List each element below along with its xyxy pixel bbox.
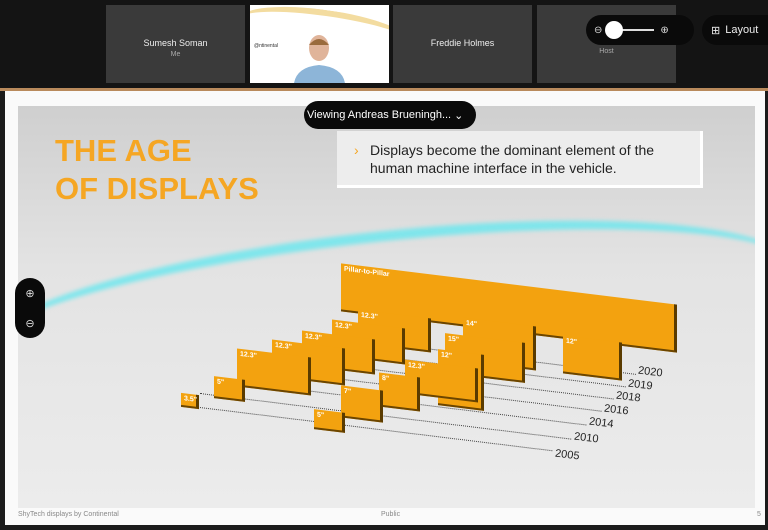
- zoom-control: ⊖ ⊕: [586, 15, 694, 45]
- year-label: 2005: [554, 447, 581, 463]
- zoom-slider-knob[interactable]: [605, 21, 623, 39]
- zoom-slider[interactable]: [605, 21, 655, 39]
- viewing-dropdown[interactable]: Viewing Andreas Brueningh... ⌄: [304, 101, 476, 129]
- title-line: OF DISPLAYS: [55, 171, 259, 206]
- participant-strip: Sumesh Soman Me @ntinental Freddie Holme…: [0, 0, 768, 88]
- layout-label: Layout: [725, 24, 759, 36]
- zoom-out-icon[interactable]: ⊖: [594, 25, 602, 36]
- participant-tile[interactable]: Sumesh Soman Me: [106, 5, 245, 83]
- year-label: 2020: [637, 364, 664, 380]
- display-box-instrument-cluster: 3.5": [181, 392, 199, 410]
- chevron-down-icon: ⌄: [454, 109, 464, 122]
- slide: THE AGE OF DISPLAYS › Displays become th…: [18, 106, 755, 508]
- slide-footer-left: ShyTech displays by Continental: [18, 511, 119, 518]
- year-label: 2018: [615, 389, 642, 405]
- year-label: 2010: [573, 430, 600, 446]
- display-box-center-display: 8": [379, 372, 420, 412]
- title-line: THE AGE: [55, 133, 192, 168]
- person-avatar: [294, 35, 345, 83]
- year-label: 2014: [588, 415, 615, 431]
- page-zoom-control: ⊕ ⊖: [15, 278, 45, 338]
- slide-footer-center: Public: [381, 511, 401, 518]
- callout-box: › Displays become the dominant element o…: [337, 131, 703, 188]
- participant-role: Me: [170, 51, 181, 58]
- layout-button[interactable]: ⊞ Layout: [702, 15, 768, 45]
- zoom-out-icon[interactable]: ⊖: [25, 317, 34, 330]
- participant-tile[interactable]: Freddie Holmes: [393, 5, 532, 83]
- participant-role: Host: [599, 48, 614, 55]
- participant-name: Sumesh Soman: [143, 38, 208, 48]
- year-label: 2016: [603, 402, 630, 418]
- viewing-label: Viewing Andreas Brueningh...: [307, 109, 452, 121]
- shared-screen: THE AGE OF DISPLAYS › Displays become th…: [5, 91, 765, 525]
- participant-name: Freddie Holmes: [430, 38, 495, 48]
- slide-page-number: 5: [757, 511, 761, 518]
- display-box-instrument-cluster: 5": [214, 376, 245, 402]
- zoom-in-icon[interactable]: ⊕: [25, 287, 34, 300]
- display-box-center-display: 7": [341, 385, 383, 423]
- display-box-center-display: 5": [314, 409, 345, 433]
- year-label: 2019: [627, 377, 654, 393]
- chevron-right-icon: ›: [354, 142, 359, 158]
- callout-text: Displays become the dominant element of …: [370, 142, 655, 176]
- slide-title: THE AGE OF DISPLAYS: [55, 132, 259, 208]
- video-logo: @ntinental: [254, 43, 278, 49]
- participant-video[interactable]: @ntinental: [250, 5, 389, 83]
- zoom-in-icon[interactable]: ⊕: [660, 25, 668, 36]
- layout-grid-icon: ⊞: [711, 24, 721, 37]
- display-box-passenger-display: 12": [563, 335, 622, 381]
